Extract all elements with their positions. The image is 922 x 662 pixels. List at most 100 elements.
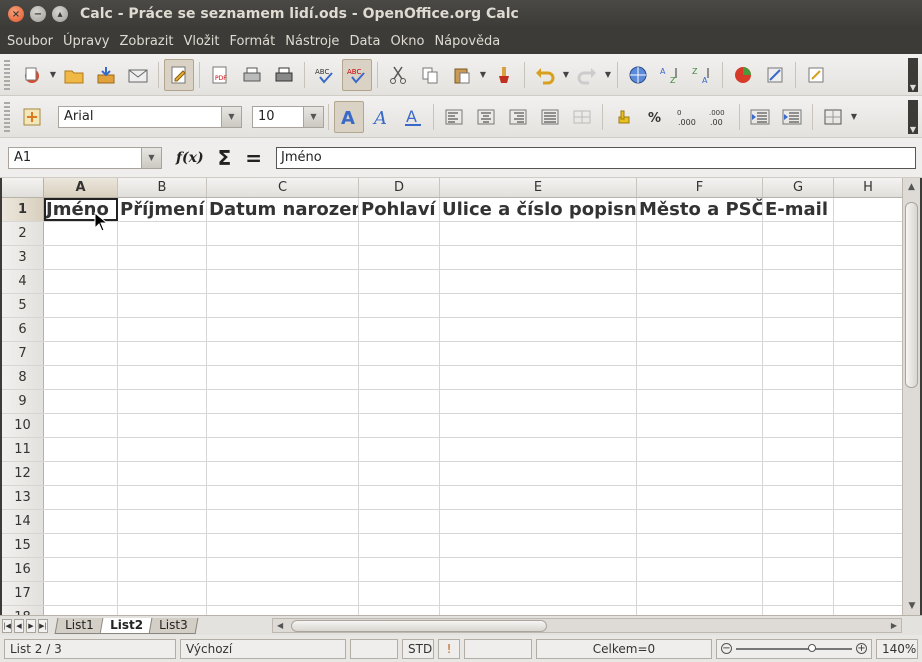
cell[interactable] [118, 414, 207, 437]
row-header[interactable]: 1 [2, 198, 44, 221]
cell[interactable]: Pohlaví [359, 198, 440, 221]
cell[interactable] [44, 534, 118, 557]
cell[interactable] [763, 414, 834, 437]
cell[interactable] [118, 222, 207, 245]
print-icon[interactable] [237, 59, 267, 91]
cell[interactable]: Příjmení [118, 198, 207, 221]
zoom-out-icon[interactable]: − [721, 643, 732, 654]
cell[interactable] [440, 606, 637, 615]
cell[interactable] [44, 582, 118, 605]
cell[interactable] [637, 606, 763, 615]
selection-mode[interactable]: STD [402, 638, 434, 659]
cell[interactable] [440, 582, 637, 605]
chevron-down-icon[interactable]: ▼ [221, 106, 241, 127]
cell[interactable] [207, 222, 359, 245]
export-pdf-icon[interactable]: PDF [205, 59, 235, 91]
cell[interactable] [359, 342, 440, 365]
row-header[interactable]: 3 [2, 246, 44, 269]
cell[interactable] [834, 414, 902, 437]
menu-data[interactable]: Data [344, 34, 385, 49]
cell[interactable] [207, 606, 359, 615]
cell[interactable] [763, 222, 834, 245]
function-equals-icon[interactable]: = [245, 146, 262, 170]
maximize-window-button[interactable]: ▴ [52, 6, 68, 22]
cell[interactable] [359, 390, 440, 413]
cell[interactable] [834, 366, 902, 389]
cell[interactable] [637, 342, 763, 365]
toolbar-grip[interactable] [4, 101, 10, 132]
row-header[interactable]: 6 [2, 318, 44, 341]
cell[interactable] [763, 270, 834, 293]
cell[interactable] [44, 342, 118, 365]
page-style[interactable]: Výchozí [180, 638, 346, 659]
cell[interactable] [118, 438, 207, 461]
row-header[interactable]: 14 [2, 510, 44, 533]
cell[interactable] [834, 198, 902, 221]
cell[interactable] [359, 438, 440, 461]
justify-icon[interactable] [535, 101, 565, 133]
increase-indent-icon[interactable] [777, 101, 807, 133]
paste-dropdown-icon[interactable]: ▼ [478, 70, 488, 79]
cell[interactable] [44, 318, 118, 341]
cell[interactable] [440, 342, 637, 365]
formula-input[interactable]: Jméno [276, 147, 916, 169]
row-header[interactable]: 12 [2, 462, 44, 485]
spellcheck-icon[interactable]: ABC [310, 59, 340, 91]
cell[interactable] [637, 294, 763, 317]
cell[interactable] [440, 438, 637, 461]
row-header[interactable]: 8 [2, 366, 44, 389]
cell[interactable] [763, 510, 834, 533]
sheet-tab-list2[interactable]: List2 [99, 617, 154, 634]
column-header-c[interactable]: C [207, 178, 359, 197]
chevron-down-icon[interactable]: ▼ [303, 106, 323, 127]
align-center-icon[interactable] [471, 101, 501, 133]
cell[interactable]: Ulice a číslo popisné [440, 198, 637, 221]
cell[interactable] [763, 366, 834, 389]
percent-format-icon[interactable]: % [640, 101, 670, 133]
zoom-knob[interactable] [808, 643, 816, 652]
cell[interactable] [207, 534, 359, 557]
cell[interactable] [763, 558, 834, 581]
cell[interactable] [763, 318, 834, 341]
vertical-scroll-thumb[interactable] [905, 202, 918, 388]
column-header-b[interactable]: B [118, 178, 207, 197]
toolbar-overflow-icon[interactable]: ▼ [908, 99, 918, 134]
cell[interactable] [44, 606, 118, 615]
cell[interactable] [207, 270, 359, 293]
function-wizard-icon[interactable]: f(x) [176, 150, 204, 166]
print-preview-icon[interactable] [269, 59, 299, 91]
cell[interactable] [118, 558, 207, 581]
row-header[interactable]: 10 [2, 414, 44, 437]
menu-upravy[interactable]: Úpravy [58, 34, 114, 49]
horizontal-scroll-thumb[interactable] [291, 620, 547, 632]
cell[interactable] [207, 390, 359, 413]
cell[interactable] [440, 270, 637, 293]
sum-icon[interactable]: Σ [218, 146, 232, 170]
undo-dropdown-icon[interactable]: ▼ [561, 70, 571, 79]
minimize-window-button[interactable]: − [30, 6, 46, 22]
cell[interactable] [118, 246, 207, 269]
column-header-g[interactable]: G [763, 178, 834, 197]
scroll-down-icon[interactable]: ▼ [903, 597, 921, 615]
cell[interactable] [118, 510, 207, 533]
paste-icon[interactable] [447, 59, 477, 91]
scroll-left-icon[interactable]: ◀ [277, 619, 283, 632]
redo-icon[interactable] [572, 59, 602, 91]
sort-ascending-icon[interactable]: AZ [655, 59, 685, 91]
cell[interactable] [637, 438, 763, 461]
column-header-d[interactable]: D [359, 178, 440, 197]
chart-icon[interactable] [728, 59, 758, 91]
email-icon[interactable] [123, 59, 153, 91]
cell[interactable] [834, 606, 902, 615]
cell[interactable] [834, 582, 902, 605]
cell[interactable] [637, 270, 763, 293]
cell[interactable] [834, 510, 902, 533]
sheet-tab-list1[interactable]: List1 [54, 617, 105, 634]
row-header[interactable]: 11 [2, 438, 44, 461]
cell[interactable] [359, 510, 440, 533]
column-header-a[interactable]: A [44, 178, 118, 197]
hyperlink-icon[interactable] [623, 59, 653, 91]
cell[interactable] [118, 534, 207, 557]
cell[interactable] [637, 534, 763, 557]
vertical-scrollbar[interactable]: ▲ ▼ [902, 178, 920, 615]
